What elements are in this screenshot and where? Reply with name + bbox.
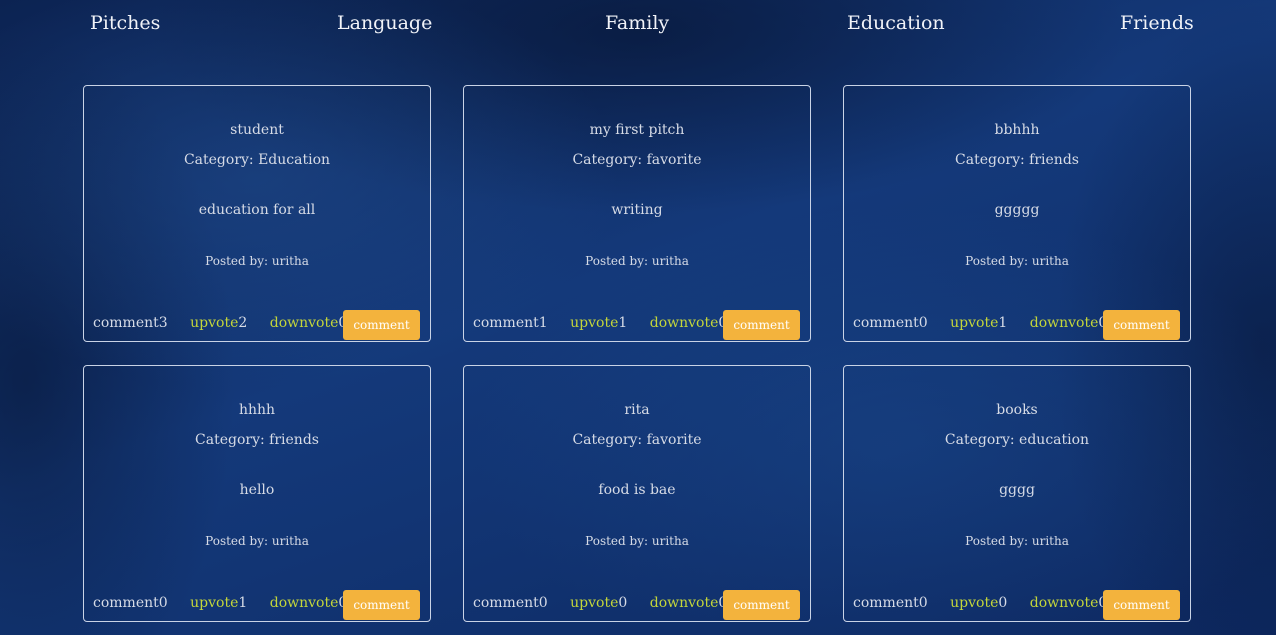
pitch-stats: comment0 upvote0 downvote0 <box>853 595 1125 611</box>
pitch-title: rita <box>624 402 650 418</box>
pitch-category: Category: friends <box>195 432 319 448</box>
pitch-card: my first pitch Category: favorite writin… <box>463 85 811 342</box>
pitch-author: Posted by: uritha <box>205 534 309 548</box>
pitch-stats: comment1 upvote1 downvote0 <box>473 315 745 331</box>
pitch-stats: comment0 upvote0 downvote0 <box>473 595 745 611</box>
nav-link-education[interactable]: Education <box>847 12 945 34</box>
comment-label: comment <box>853 595 919 611</box>
pitch-card: books Category: education gggg Posted by… <box>843 365 1191 622</box>
upvote-count: 1 <box>998 315 1008 331</box>
pitch-author: Posted by: uritha <box>205 254 309 268</box>
upvote-count: 1 <box>618 315 628 331</box>
downvote-stat: downvote0 <box>1030 315 1108 331</box>
upvote-link[interactable]: upvote <box>190 595 238 611</box>
pitch-body: hello <box>239 482 275 498</box>
comment-count: comment0 <box>853 315 928 331</box>
pitch-title: hhhh <box>238 402 276 418</box>
pitch-author: Posted by: uritha <box>585 254 689 268</box>
upvote-link[interactable]: upvote <box>570 595 618 611</box>
comment-value: 3 <box>158 315 168 331</box>
downvote-stat: downvote0 <box>650 595 728 611</box>
nav-link-language[interactable]: Language <box>337 12 432 34</box>
upvote-count: 1 <box>238 595 248 611</box>
comment-value: 0 <box>158 595 168 611</box>
pitch-category: Category: education <box>944 432 1090 448</box>
downvote-link[interactable]: downvote <box>270 595 339 611</box>
comment-button[interactable]: comment <box>343 310 420 340</box>
pitch-card: student Category: Education education fo… <box>83 85 431 342</box>
upvote-stat: upvote0 <box>570 595 627 611</box>
upvote-count: 0 <box>998 595 1008 611</box>
pitch-body: education for all <box>198 202 316 218</box>
upvote-stat: upvote1 <box>190 595 247 611</box>
comment-button[interactable]: comment <box>1103 310 1180 340</box>
downvote-stat: downvote0 <box>270 595 348 611</box>
pitch-category: Category: friends <box>955 152 1079 168</box>
pitch-card: bbhhh Category: friends ggggg Posted by:… <box>843 85 1191 342</box>
upvote-stat: upvote1 <box>950 315 1007 331</box>
comment-count: comment0 <box>93 595 168 611</box>
comment-button[interactable]: comment <box>723 310 800 340</box>
nav-link-family[interactable]: Family <box>605 12 669 34</box>
upvote-link[interactable]: upvote <box>950 315 998 331</box>
pitch-card: rita Category: favorite food is bae Post… <box>463 365 811 622</box>
pitch-category: Category: Education <box>183 152 331 168</box>
upvote-stat: upvote2 <box>190 315 247 331</box>
comment-label: comment <box>93 595 159 611</box>
comment-label: comment <box>93 315 159 331</box>
pitch-stats: comment0 upvote1 downvote0 <box>93 595 365 611</box>
upvote-count: 0 <box>618 595 628 611</box>
pitch-title: my first pitch <box>589 122 685 138</box>
comment-label: comment <box>473 315 539 331</box>
comment-value: 1 <box>538 315 548 331</box>
downvote-stat: downvote0 <box>1030 595 1108 611</box>
downvote-stat: downvote0 <box>270 315 348 331</box>
comment-label: comment <box>473 595 539 611</box>
pitch-body: food is bae <box>598 482 676 498</box>
upvote-link[interactable]: upvote <box>570 315 618 331</box>
comment-button[interactable]: comment <box>343 590 420 620</box>
pitch-category: Category: favorite <box>572 432 702 448</box>
pitch-title: bbhhh <box>994 122 1040 138</box>
brand-link[interactable]: Pitches <box>90 12 160 34</box>
pitch-author: Posted by: uritha <box>965 534 1069 548</box>
comment-count: comment0 <box>853 595 928 611</box>
comment-button[interactable]: comment <box>1103 590 1180 620</box>
pitch-stats: comment0 upvote1 downvote0 <box>853 315 1125 331</box>
pitch-body: ggggg <box>994 202 1040 218</box>
pitch-card: hhhh Category: friends hello Posted by: … <box>83 365 431 622</box>
downvote-link[interactable]: downvote <box>1030 315 1099 331</box>
downvote-link[interactable]: downvote <box>650 595 719 611</box>
pitch-title: student <box>230 122 284 138</box>
upvote-count: 2 <box>238 315 248 331</box>
comment-button[interactable]: comment <box>723 590 800 620</box>
pitch-author: Posted by: uritha <box>965 254 1069 268</box>
comment-label: comment <box>853 315 919 331</box>
upvote-stat: upvote0 <box>950 595 1007 611</box>
comment-count: comment0 <box>473 595 548 611</box>
comment-value: 0 <box>918 595 928 611</box>
pitch-author: Posted by: uritha <box>585 534 689 548</box>
downvote-link[interactable]: downvote <box>1030 595 1099 611</box>
upvote-link[interactable]: upvote <box>950 595 998 611</box>
comment-value: 0 <box>538 595 548 611</box>
comment-value: 0 <box>918 315 928 331</box>
upvote-stat: upvote1 <box>570 315 627 331</box>
downvote-link[interactable]: downvote <box>270 315 339 331</box>
top-navbar: Pitches Language Family Education Friend… <box>0 0 1276 50</box>
comment-count: comment1 <box>473 315 548 331</box>
downvote-stat: downvote0 <box>650 315 728 331</box>
downvote-link[interactable]: downvote <box>650 315 719 331</box>
pitch-body: gggg <box>999 482 1035 498</box>
pitch-stats: comment3 upvote2 downvote0 <box>93 315 365 331</box>
upvote-link[interactable]: upvote <box>190 315 238 331</box>
pitch-category: Category: favorite <box>572 152 702 168</box>
pitch-body: writing <box>611 202 663 218</box>
nav-link-friends[interactable]: Friends <box>1120 12 1194 34</box>
pitch-title: books <box>996 402 1038 418</box>
comment-count: comment3 <box>93 315 168 331</box>
